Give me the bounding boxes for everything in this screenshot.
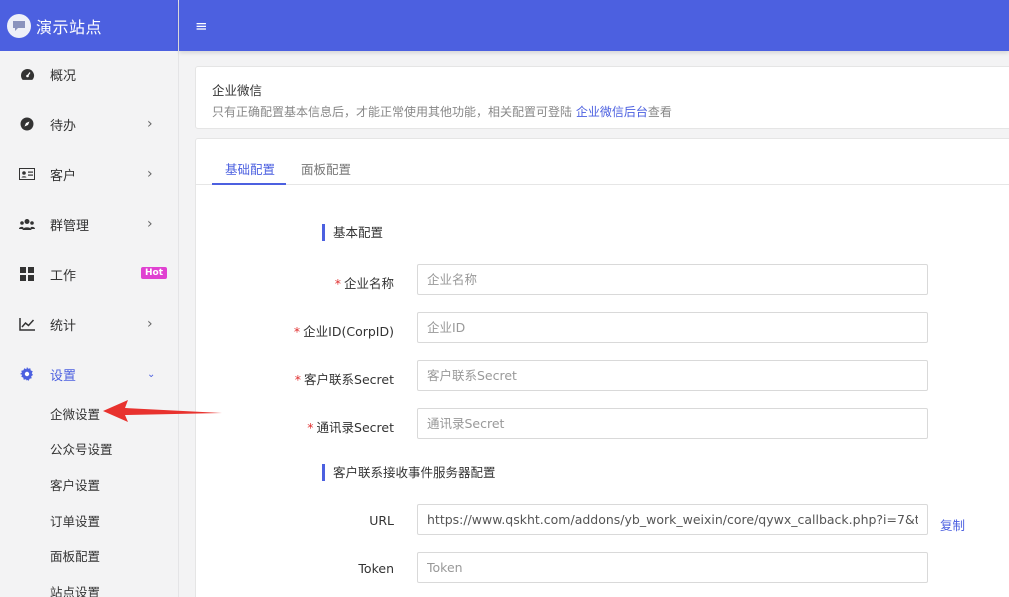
tab-basic-config[interactable]: 基础配置	[225, 159, 275, 178]
sidebar-item-settings[interactable]: 设置 ⌄	[0, 361, 178, 387]
submenu-item-panel-config[interactable]: 面板配置	[50, 546, 100, 565]
hamburger-menu-icon[interactable]: ≡	[195, 17, 208, 35]
hot-badge: Hot	[141, 267, 168, 279]
info-title: 企业微信	[212, 83, 263, 98]
corp-id-label: * 企业ID(CorpID)	[293, 324, 394, 339]
chevron-right-icon: ›	[147, 316, 153, 332]
contact-secret-input[interactable]	[417, 360, 928, 391]
info-description: 只有正确配置基本信息后，才能正常使用其他功能，相关配置可登陆 企业微信后台查看	[212, 103, 672, 120]
brand[interactable]: 演示站点	[0, 0, 178, 51]
chevron-right-icon: ›	[147, 166, 153, 182]
sidebar-item-stats[interactable]: 统计 ›	[0, 311, 178, 337]
token-label: Token	[358, 561, 394, 576]
sidebar-item-overview[interactable]: 概况	[0, 61, 178, 87]
sidebar-item-customer[interactable]: 客户 ›	[0, 161, 178, 187]
id-card-icon	[19, 166, 35, 182]
sidebar-item-label: 设置	[50, 368, 77, 384]
sidebar-item-groups[interactable]: 群管理 ›	[0, 211, 178, 237]
grid-icon	[19, 266, 35, 282]
submenu-item-order-settings[interactable]: 订单设置	[50, 511, 100, 530]
sidebar-item-label: 统计	[50, 318, 77, 334]
compass-icon	[19, 116, 35, 132]
submenu-item-wecom-settings[interactable]: 企微设置	[50, 404, 100, 423]
corp-name-label: * 企业名称	[334, 276, 394, 291]
gear-icon	[19, 366, 35, 382]
required-mark: *	[334, 276, 341, 291]
wecom-admin-link[interactable]: 企业微信后台	[576, 105, 648, 119]
submenu-item-official-account-settings[interactable]: 公众号设置	[50, 439, 113, 458]
info-card: 企业微信 只有正确配置基本信息后，才能正常使用其他功能，相关配置可登陆 企业微信…	[195, 66, 1009, 129]
config-card: 基础配置 面板配置 基本配置 *企业名称 *企业ID(CorpID) *客户联系…	[195, 138, 1009, 597]
addressbook-secret-input[interactable]	[417, 408, 928, 439]
brand-name: 演示站点	[36, 17, 103, 37]
required-mark: *	[307, 420, 314, 435]
dashboard-icon	[19, 66, 35, 82]
section-title-event-server: 客户联系接收事件服务器配置	[322, 464, 496, 481]
copy-url-button[interactable]: 复制	[940, 515, 965, 534]
tab-bar: 基础配置 面板配置	[196, 139, 1009, 185]
sidebar-item-label: 概况	[50, 68, 77, 84]
sidebar-item-label: 工作	[50, 268, 77, 284]
speech-bubble-icon	[7, 13, 31, 38]
sidebar: 演示站点 概况 待办 › 客户 › 群管理 › 工作 Hot 统计 › 设置 ⌄…	[0, 0, 179, 597]
sidebar-item-label: 客户	[50, 168, 77, 184]
corp-name-input[interactable]	[417, 264, 928, 295]
chevron-right-icon: ›	[147, 216, 153, 232]
sidebar-item-work[interactable]: 工作 Hot	[0, 261, 178, 287]
token-input[interactable]	[417, 552, 928, 583]
required-mark: *	[293, 324, 301, 339]
corp-id-input[interactable]	[417, 312, 928, 343]
sidebar-item-label: 群管理	[50, 218, 90, 234]
addressbook-secret-label: * 通讯录Secret	[307, 420, 394, 435]
line-chart-icon	[19, 316, 35, 332]
url-label: URL	[369, 513, 394, 528]
submenu-item-site-settings[interactable]: 站点设置	[50, 582, 100, 597]
sidebar-item-todo[interactable]: 待办 ›	[0, 111, 178, 137]
contact-secret-label: * 客户联系Secret	[294, 372, 394, 387]
info-description-suffix: 查看	[647, 105, 672, 119]
red-arrow-annotation	[103, 400, 222, 422]
users-icon	[19, 216, 35, 232]
submenu-item-customer-settings[interactable]: 客户设置	[50, 475, 100, 494]
info-description-prefix: 只有正确配置基本信息后，才能正常使用其他功能，相关配置可登陆	[212, 105, 576, 119]
section-title-basic: 基本配置	[322, 224, 383, 241]
active-tab-indicator	[212, 183, 286, 185]
required-mark: *	[294, 372, 302, 387]
callback-url-input[interactable]	[417, 504, 928, 535]
chevron-right-icon: ›	[147, 116, 153, 132]
chevron-down-icon: ⌄	[147, 368, 156, 380]
sidebar-item-label: 待办	[50, 118, 77, 134]
top-bar: ≡	[179, 0, 1009, 51]
tab-panel-config[interactable]: 面板配置	[301, 159, 351, 178]
